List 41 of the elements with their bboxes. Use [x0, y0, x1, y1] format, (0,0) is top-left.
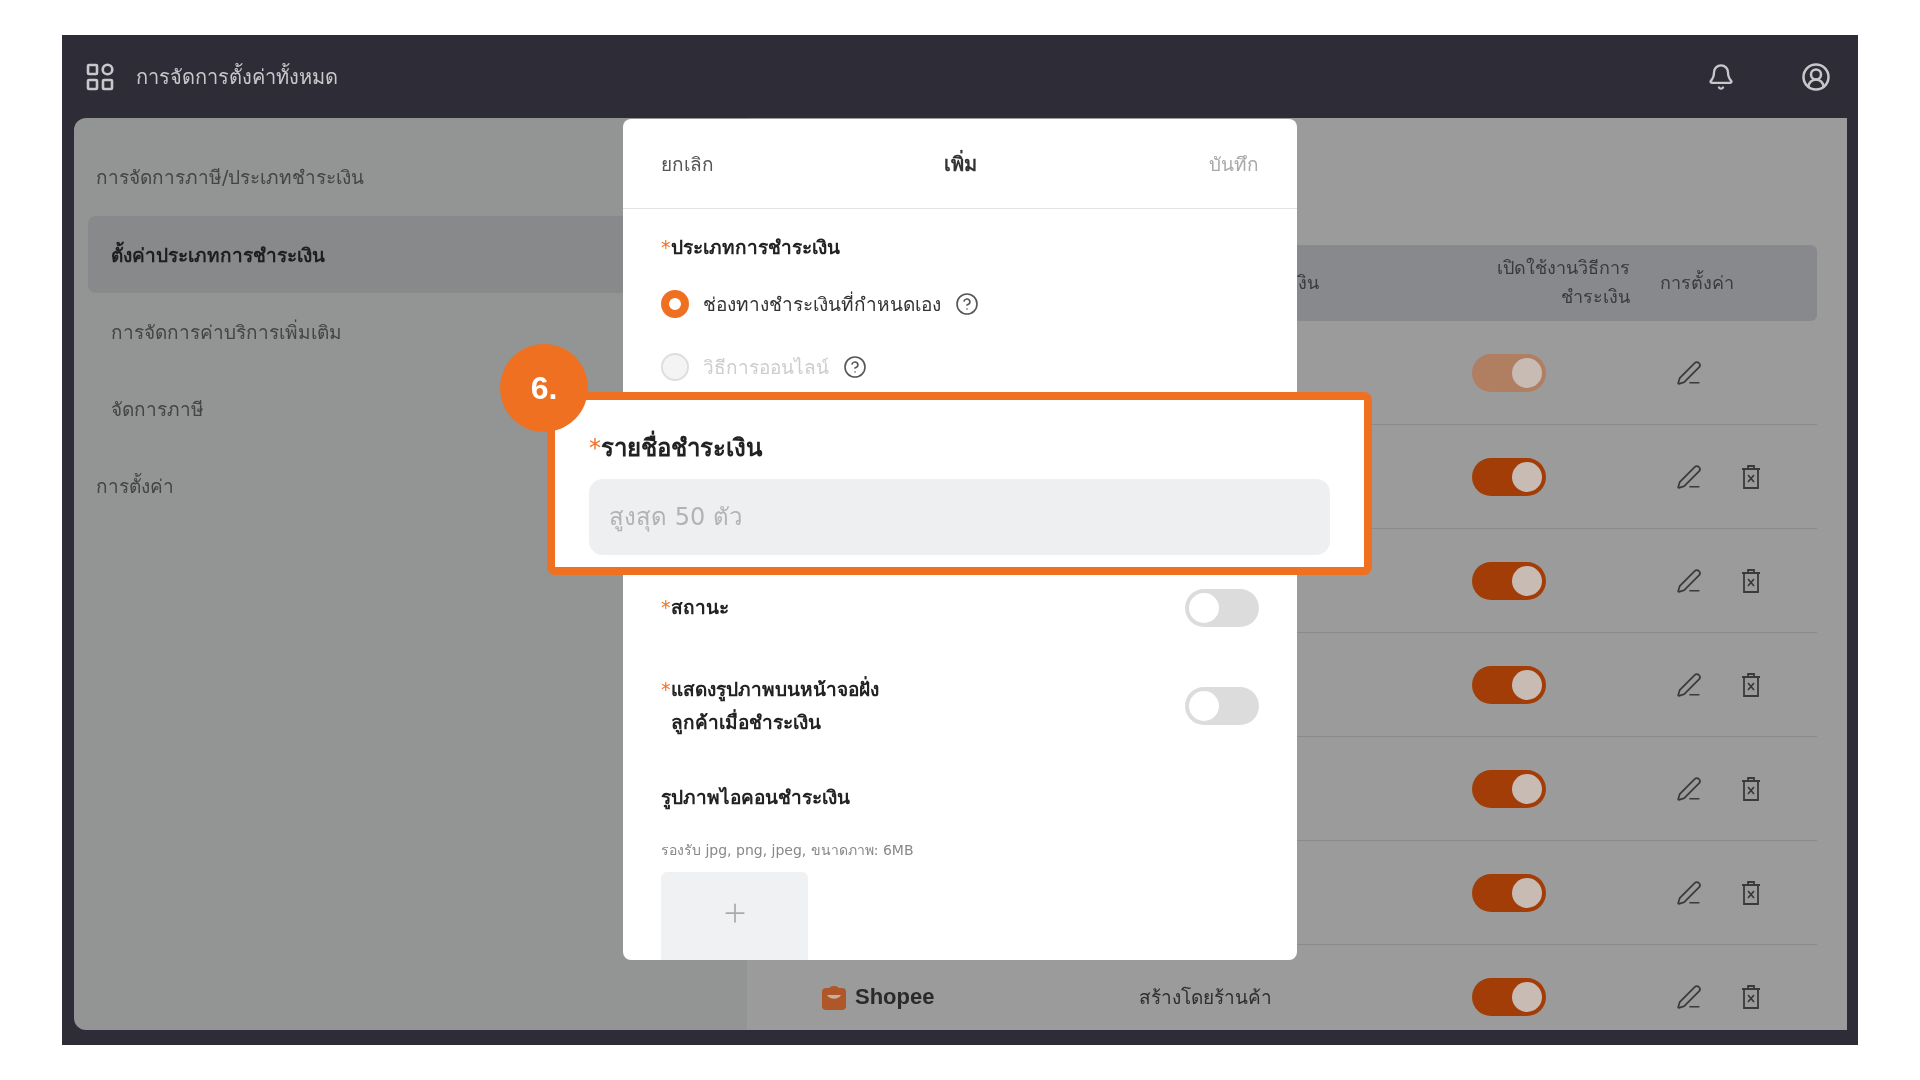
toggle-switch[interactable]: [1472, 665, 1546, 704]
edit-icon[interactable]: [1676, 671, 1702, 698]
delete-icon[interactable]: [1740, 671, 1762, 698]
name-input-field[interactable]: สูงสุด 50 ตัว: [589, 479, 1330, 555]
column-header: งิน: [1296, 270, 1320, 295]
delete-icon[interactable]: [1740, 775, 1762, 802]
edit-icon[interactable]: [1676, 879, 1702, 906]
help-icon[interactable]: [955, 291, 979, 316]
field-label: *แสดงรูปภาพบนหน้าจอฝั่ง ลูกค้าเมื่อชำระเงิน: [661, 675, 880, 737]
cancel-button[interactable]: ยกเลิก: [661, 148, 714, 179]
delete-icon[interactable]: [1740, 983, 1762, 1010]
dialog-title: เพิ่ม: [943, 149, 977, 178]
radio-label: ช่องทางชำระเงินที่กำหนดเอง: [703, 290, 941, 317]
toggle-switch[interactable]: [1185, 687, 1259, 725]
toggle-switch[interactable]: [1472, 457, 1546, 496]
delete-icon[interactable]: [1740, 567, 1762, 594]
column-header: การตั้งค่า: [1659, 269, 1735, 295]
apps-icon[interactable]: [86, 62, 114, 91]
delete-icon[interactable]: [1740, 879, 1762, 906]
bell-icon[interactable]: [1707, 62, 1735, 91]
radio-button[interactable]: [661, 289, 689, 318]
column-header: เปิดใช้งานวิธีการ ชำระเงิน: [1496, 256, 1631, 309]
help-icon[interactable]: [843, 354, 867, 379]
toggle-switch[interactable]: [1472, 769, 1546, 808]
upload-hint: รองรับ jpg, png, jpeg, ขนาดภาพ: 6MB: [661, 841, 915, 860]
toggle-switch[interactable]: [1185, 589, 1259, 627]
edit-icon[interactable]: [1676, 463, 1702, 490]
field-label: รูปภาพไอคอนชำระเงิน: [661, 785, 850, 812]
toggle-switch[interactable]: [1472, 977, 1546, 1016]
edit-icon[interactable]: [1676, 775, 1702, 802]
field-label: *รายชื่อชำระเงิน: [589, 428, 1330, 467]
toggle-switch[interactable]: [1472, 873, 1546, 912]
page-title: การจัดการตั้งค่าทั้งหมด: [136, 62, 339, 91]
toggle-switch[interactable]: [1472, 561, 1546, 600]
edit-icon[interactable]: [1676, 567, 1702, 594]
table-cell-text: สร้างโดยร้านค้า: [1139, 984, 1272, 1010]
table-cell: Shopee: [855, 983, 935, 1010]
delete-icon[interactable]: [1740, 463, 1762, 490]
edit-icon[interactable]: [1676, 983, 1702, 1010]
user-icon[interactable]: [1801, 61, 1831, 92]
field-label: *สถานะ: [661, 595, 730, 621]
